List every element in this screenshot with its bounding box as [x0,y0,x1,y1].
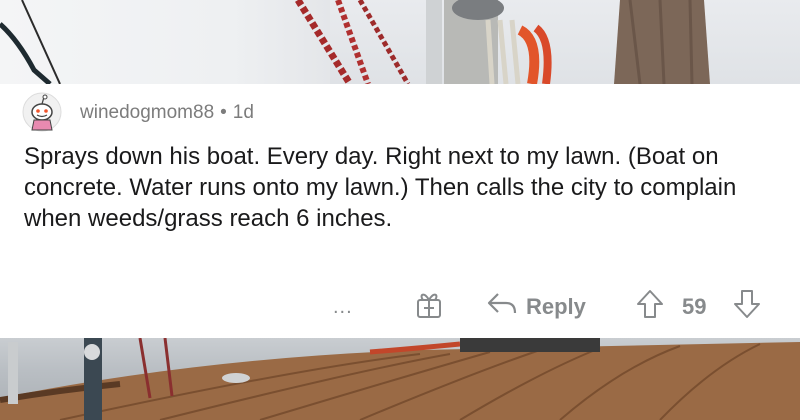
downvote-button[interactable] [733,290,761,324]
more-options-button[interactable]: ... [333,290,353,324]
vote-count: 59 [682,294,707,319]
award-button[interactable] [414,290,444,324]
comment-meta: winedogmom88 • 1d [80,102,254,124]
snoo-avatar-icon[interactable] [22,92,62,132]
deck-image [0,338,800,420]
gift-award-icon [414,289,444,325]
reply-button[interactable]: Reply [486,290,586,324]
reply-label: Reply [526,294,586,319]
reply-arrow-icon [486,291,518,323]
meta-separator: • [220,102,227,123]
comment-card: winedogmom88 • 1d Sprays down his boat. Ev… [0,84,800,338]
rigging-image [0,0,710,84]
username-link[interactable]: winedogmom88 [80,102,214,123]
comment-age: 1d [232,102,254,123]
comment-actions: ... Reply 59 [0,290,800,324]
upvote-arrow-icon [636,289,664,325]
comment-body: Sprays down his boat. Every day. Right n… [24,143,737,232]
downvote-arrow-icon [733,289,761,325]
upvote-button[interactable] [636,290,664,324]
background-photo-top [0,0,800,84]
